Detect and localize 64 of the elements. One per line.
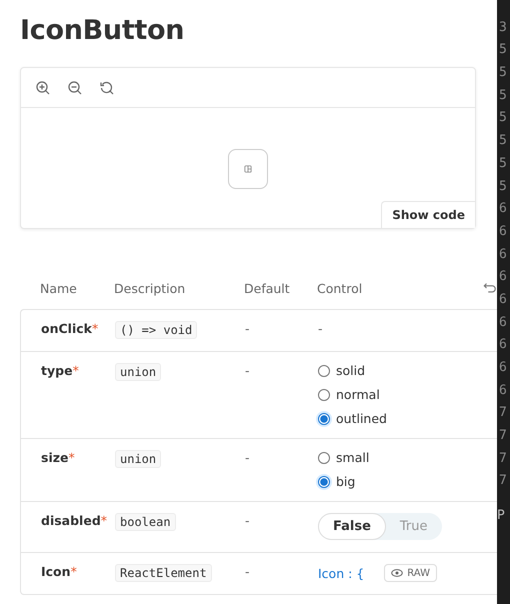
- reset-controls-button[interactable]: [483, 281, 497, 295]
- undo-icon: [483, 281, 497, 295]
- default-value: -: [245, 363, 250, 378]
- radio-label: normal: [336, 387, 380, 402]
- radio-label: small: [336, 450, 370, 465]
- radio-button[interactable]: [318, 476, 330, 488]
- type-tag: union: [115, 363, 162, 381]
- type-tag: boolean: [115, 513, 176, 531]
- editor-text: P: [497, 507, 506, 526]
- type-tag: () => void: [115, 321, 198, 339]
- radio-label: solid: [336, 363, 366, 378]
- reset-zoom-icon: [99, 80, 115, 96]
- radio-button[interactable]: [318, 452, 330, 464]
- line-number: 5: [498, 64, 508, 82]
- zoom-in-icon: [35, 80, 51, 96]
- line-number: 5: [498, 109, 508, 128]
- line-number: 6: [498, 246, 508, 264]
- column-header: Control: [317, 280, 362, 296]
- line-number: 5: [498, 86, 508, 105]
- radio-label: big: [336, 474, 356, 489]
- prop-name: type*: [41, 363, 79, 378]
- line-number: 3: [498, 18, 508, 37]
- line-number: 7: [498, 450, 508, 468]
- radio-button[interactable]: [318, 412, 330, 424]
- line-number: 6: [498, 314, 508, 332]
- default-value: -: [245, 450, 250, 465]
- line-number: 7: [498, 427, 508, 446]
- column-header: Default: [244, 280, 291, 296]
- prop-name: size*: [41, 450, 75, 465]
- page-title: IconButton: [20, 15, 184, 46]
- layout-icon: [243, 164, 253, 174]
- column-header: Name: [39, 280, 78, 296]
- column-header: Description: [114, 280, 186, 296]
- toggle-option[interactable]: False: [318, 513, 386, 540]
- line-number: 5: [498, 154, 508, 173]
- line-number: 7: [498, 404, 508, 422]
- line-number: 6: [498, 290, 508, 309]
- prop-name: onClick*: [41, 321, 98, 336]
- line-number: 6: [498, 336, 508, 354]
- line-number: 7: [498, 472, 508, 490]
- prop-name: disabled*: [41, 513, 108, 528]
- line-number: 5: [498, 41, 508, 60]
- radio-button[interactable]: [318, 364, 330, 376]
- radio-button[interactable]: [318, 388, 330, 400]
- radio-label: outlined: [336, 411, 387, 426]
- eye-icon: [391, 567, 404, 579]
- line-number: 6: [498, 382, 508, 400]
- type-tag: ReactElement: [115, 564, 212, 582]
- type-tag: union: [115, 450, 162, 468]
- default-value: -: [245, 564, 250, 579]
- raw-button[interactable]: RAW: [384, 564, 437, 582]
- prop-name: Icon*: [41, 564, 77, 579]
- object-key[interactable]: Icon : {: [318, 566, 364, 580]
- line-number: 6: [498, 268, 508, 286]
- default-value: -: [245, 513, 250, 528]
- show-code-button[interactable]: Show code: [381, 201, 475, 228]
- default-value: -: [245, 321, 250, 336]
- control-value: -: [318, 321, 323, 336]
- line-number: 6: [498, 200, 508, 218]
- line-number: 5: [498, 132, 508, 150]
- line-number: 6: [498, 359, 508, 377]
- line-number: 5: [498, 178, 508, 196]
- line-number: 6: [498, 222, 508, 241]
- zoom-out-icon: [67, 80, 83, 96]
